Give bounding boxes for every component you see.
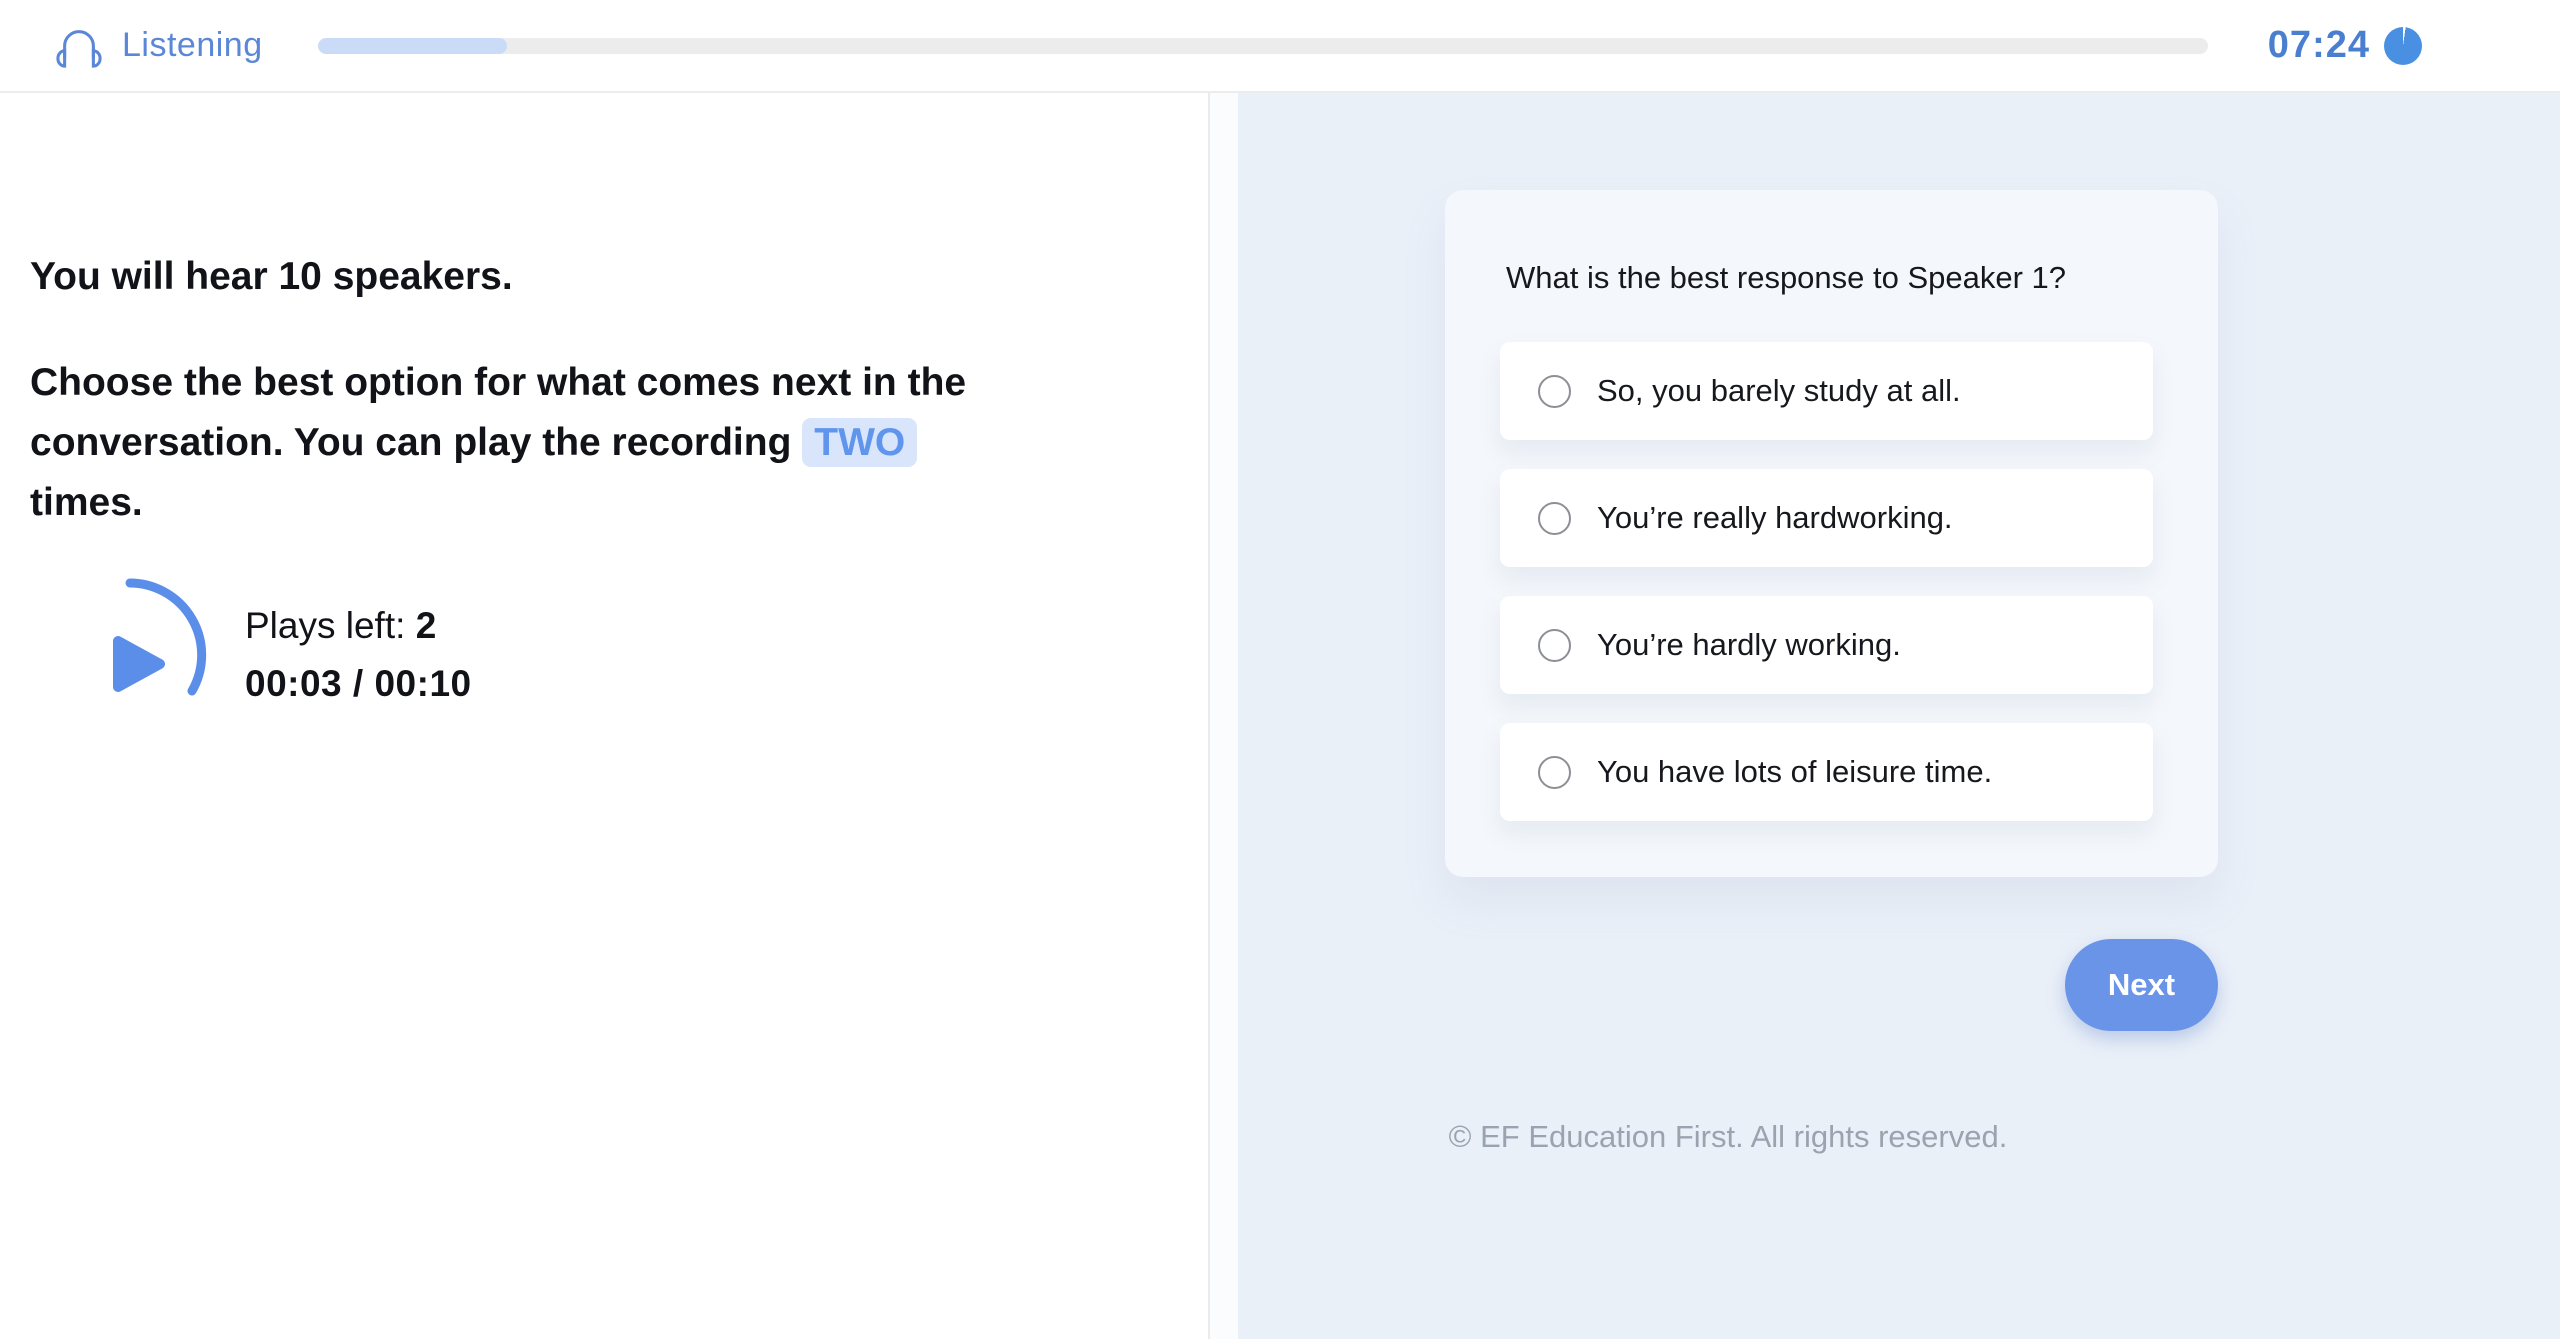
task-instruction: Choose the best option for what comes ne…	[30, 353, 1040, 533]
plays-left: Plays left: 2	[245, 601, 472, 651]
panel-divider-gutter	[1210, 93, 1238, 1339]
plays-left-label: Plays left:	[245, 605, 416, 646]
countdown-timer: 07:24	[2268, 24, 2422, 67]
option-4[interactable]: You have lots of leisure time.	[1500, 723, 2153, 821]
option-label: You have lots of leisure time.	[1597, 754, 1992, 790]
question-title: What is the best response to Speaker 1?	[1506, 260, 2153, 296]
play-icon	[118, 641, 160, 687]
option-1[interactable]: So, you barely study at all.	[1500, 342, 2153, 440]
plays-left-value: 2	[416, 605, 437, 646]
task-heading: You will hear 10 speakers.	[30, 253, 1118, 301]
next-button[interactable]: Next	[2065, 939, 2218, 1031]
radio-icon[interactable]	[1538, 502, 1571, 535]
option-2[interactable]: You’re really hardworking.	[1500, 469, 2153, 567]
headphones-icon	[56, 23, 102, 69]
copyright-footer: © EF Education First. All rights reserve…	[1238, 1119, 2218, 1155]
audio-player: Plays left: 2 00:03 / 00:10	[30, 575, 1118, 735]
section-label: Listening	[122, 26, 263, 65]
radio-icon[interactable]	[1538, 375, 1571, 408]
radio-icon[interactable]	[1538, 756, 1571, 789]
main-area: You will hear 10 speakers. Choose the be…	[0, 93, 2560, 1339]
test-progress-bar	[318, 38, 2208, 54]
options-list: So, you barely study at all. You’re real…	[1500, 342, 2153, 821]
instructions-panel: You will hear 10 speakers. Choose the be…	[0, 93, 1210, 1339]
top-bar: Listening 07:24	[0, 0, 2560, 93]
timer-pie-icon	[2384, 27, 2422, 65]
question-card: What is the best response to Speaker 1? …	[1445, 190, 2218, 877]
option-label: So, you barely study at all.	[1597, 373, 1961, 409]
option-label: You’re hardly working.	[1597, 627, 1901, 663]
plays-allowed-highlight: TWO	[802, 418, 917, 467]
option-3[interactable]: You’re hardly working.	[1500, 596, 2153, 694]
timer-text: 07:24	[2268, 24, 2370, 67]
play-button[interactable]	[65, 575, 210, 735]
next-button-row: Next	[1238, 939, 2218, 1031]
radio-icon[interactable]	[1538, 629, 1571, 662]
player-info: Plays left: 2 00:03 / 00:10	[245, 601, 472, 709]
option-label: You’re really hardworking.	[1597, 500, 1953, 536]
question-panel: What is the best response to Speaker 1? …	[1238, 93, 2560, 1339]
audio-time: 00:03 / 00:10	[245, 659, 472, 709]
instruction-text-end: times.	[30, 481, 143, 524]
test-progress-fill	[318, 38, 507, 54]
